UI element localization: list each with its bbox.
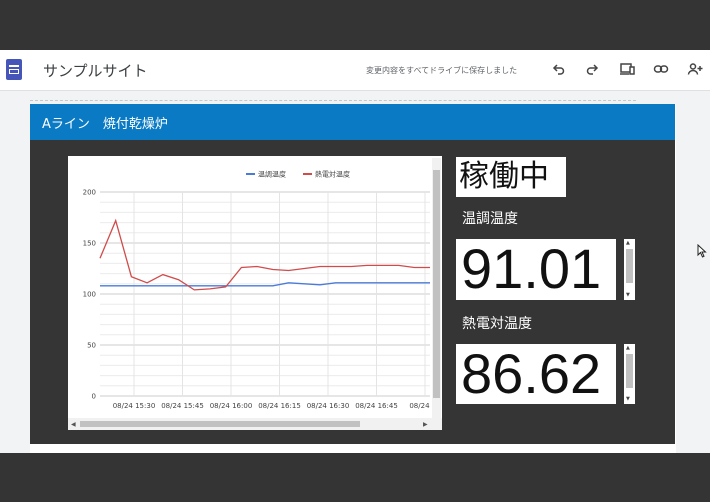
link-icon[interactable] (650, 58, 672, 80)
scroll-right-arrow-icon[interactable]: ▶ (423, 421, 428, 428)
share-icon[interactable] (684, 58, 706, 80)
mouse-cursor-icon (697, 243, 707, 262)
y-tick-label: 100 (83, 291, 96, 299)
x-tick-label: 08/24 16:45 (355, 402, 398, 410)
redo-icon[interactable] (581, 58, 603, 80)
x-tick-label: 08/24 16:15 (258, 402, 301, 410)
google-sites-logo-icon[interactable] (6, 59, 22, 80)
x-tick-label: 08/24 16:00 (210, 402, 253, 410)
temperature-line-chart: 200 150 100 50 0 08/24 15:30 08/24 15:45 08/24 … (83, 170, 441, 411)
y-tick-label: 200 (83, 189, 96, 197)
scroll-up-arrow-icon[interactable]: ▲ (626, 345, 630, 351)
thermo-value-scroll-thumb[interactable] (626, 354, 633, 388)
top-background (0, 0, 710, 50)
legend-label[interactable]: 熱電対温度 (315, 170, 350, 179)
scroll-left-arrow-icon[interactable]: ◀ (71, 421, 76, 428)
thermocouple-value-box: 86.62 (456, 344, 616, 404)
chart-vertical-scrollbar[interactable] (432, 158, 441, 418)
scroll-down-arrow-icon[interactable]: ▼ (626, 292, 630, 298)
y-tick-label: 150 (83, 240, 96, 248)
scroll-down-arrow-icon[interactable]: ▼ (626, 396, 630, 402)
x-tick-label: 08/24 15:45 (161, 402, 204, 410)
thermocouple-label: 熱電対温度 (462, 316, 532, 332)
operation-status-text: 稼働中 (459, 159, 549, 194)
thermo-value-scrollbar[interactable]: ▲ ▼ (624, 344, 635, 404)
site-title[interactable]: サンプルサイト (43, 60, 148, 81)
chart-horizontal-scroll-thumb[interactable] (80, 421, 360, 427)
scroll-up-arrow-icon[interactable]: ▲ (626, 240, 630, 246)
bottom-background (0, 453, 710, 502)
temp-value-scroll-thumb[interactable] (626, 249, 633, 283)
x-tick-label: 08/24 16:30 (307, 402, 350, 410)
chart-horizontal-scrollbar[interactable]: ◀ ▶ (68, 418, 442, 430)
series-line-2[interactable] (99, 218, 430, 291)
temp-value-scrollbar[interactable]: ▲ ▼ (624, 239, 635, 300)
thermocouple-value: 86.62 (461, 342, 602, 405)
preview-icon[interactable] (616, 58, 638, 80)
temp-control-value: 91.01 (461, 237, 602, 300)
temp-control-label: 温調温度 (462, 211, 518, 227)
x-tick-label: 08/24 15:30 (113, 402, 156, 410)
chart-vertical-scroll-thumb[interactable] (433, 170, 440, 398)
sites-app-bar: サンプルサイト 変更内容をすべてドライブに保存しました (0, 50, 710, 91)
y-tick-label: 50 (87, 342, 96, 350)
y-tick-label: 0 (92, 393, 96, 401)
section-title[interactable]: Aライン 焼付乾燥炉 (42, 113, 168, 132)
temp-control-value-box: 91.01 (456, 239, 616, 300)
section-header[interactable]: Aライン 焼付乾燥炉 (30, 104, 675, 140)
operation-status-box: 稼働中 (456, 157, 566, 197)
page-ruler (30, 92, 636, 101)
temperature-chart-embed[interactable]: 200 150 100 50 0 08/24 15:30 08/24 15:45 08/24 … (68, 156, 442, 430)
legend-label[interactable]: 温調温度 (258, 170, 286, 179)
save-status-text: 変更内容をすべてドライブに保存しました (366, 66, 518, 75)
undo-icon[interactable] (548, 58, 570, 80)
